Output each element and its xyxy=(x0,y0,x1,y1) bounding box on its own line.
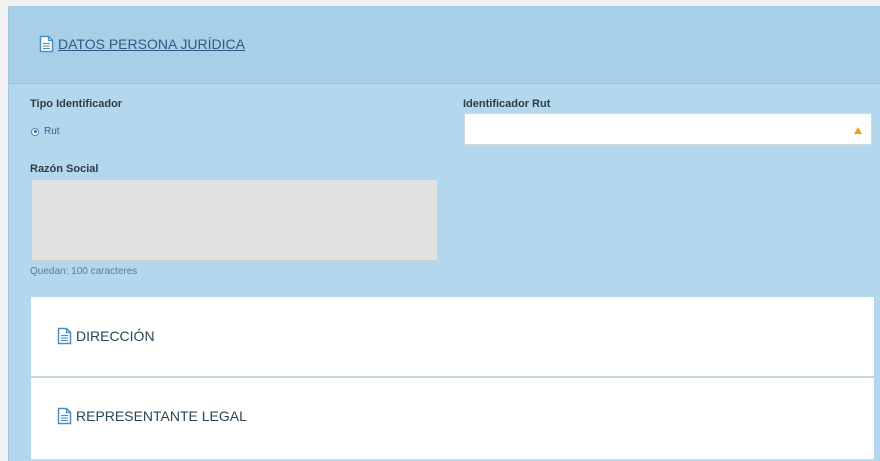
document-icon xyxy=(39,35,54,53)
document-icon xyxy=(57,407,72,425)
warning-icon xyxy=(854,127,862,134)
section-representante-legal[interactable]: REPRESENTANTE LEGAL xyxy=(31,378,874,460)
character-counter: Quedan: 100 caracteres xyxy=(30,266,138,277)
section-direccion[interactable]: DIRECCIÓN xyxy=(31,297,874,377)
rut-radio-label: Rut xyxy=(44,126,60,137)
rut-radio-option[interactable]: Rut xyxy=(31,126,60,137)
panel-header: DATOS PERSONA JURÍDICA xyxy=(9,6,880,84)
direccion-title[interactable]: DIRECCIÓN xyxy=(57,327,155,345)
representante-legal-label: REPRESENTANTE LEGAL xyxy=(76,408,247,424)
document-icon xyxy=(57,327,72,345)
datos-persona-juridica-link[interactable]: DATOS PERSONA JURÍDICA xyxy=(39,35,245,53)
identificador-rut-input[interactable] xyxy=(464,113,872,145)
header-title-label: DATOS PERSONA JURÍDICA xyxy=(58,36,245,52)
tipo-identificador-label: Tipo Identificador xyxy=(30,98,123,110)
identificador-rut-label: Identificador Rut xyxy=(463,98,551,110)
razon-social-label: Razón Social xyxy=(30,163,99,175)
rut-radio-button[interactable] xyxy=(31,127,39,136)
representante-legal-title[interactable]: REPRESENTANTE LEGAL xyxy=(57,407,247,425)
persona-juridica-panel: DATOS PERSONA JURÍDICA Tipo Identificado… xyxy=(8,6,880,461)
razon-social-textarea[interactable] xyxy=(31,179,438,261)
direccion-label: DIRECCIÓN xyxy=(76,328,155,344)
